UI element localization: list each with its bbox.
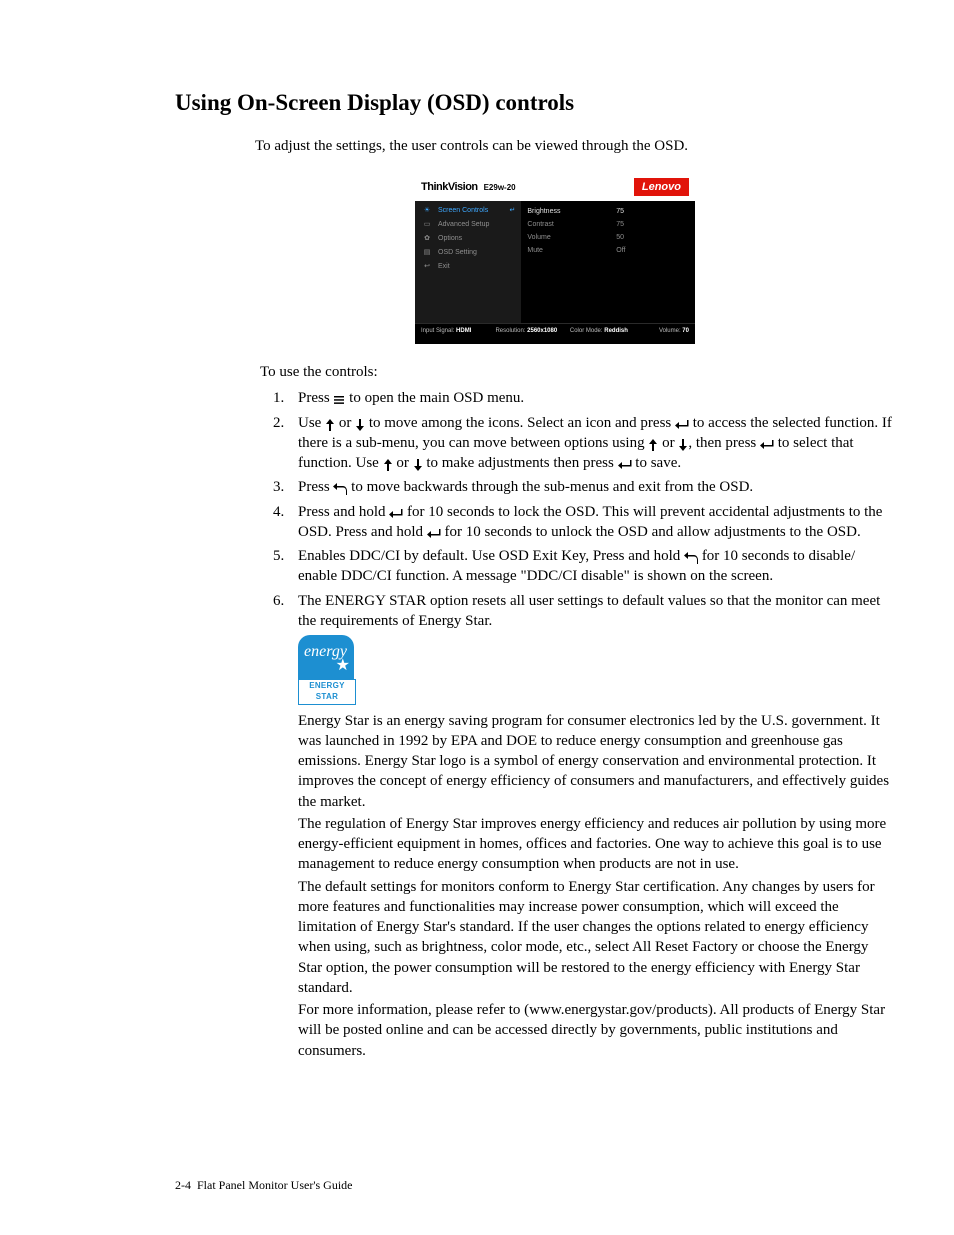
energystar-para-4: For more information, please refer to (w… — [298, 1000, 894, 1061]
enter-icon — [760, 437, 774, 452]
brightness-icon: ☀ — [421, 206, 433, 214]
step-1: Press to open the main OSD menu. — [288, 388, 894, 408]
enter-icon: ↵ — [510, 206, 516, 214]
section-title: Using On-Screen Display (OSD) controls — [175, 90, 894, 116]
osd-model: E29w-20 — [484, 183, 516, 192]
enter-icon — [427, 526, 441, 541]
osd-setting-row[interactable]: Contrast 75 — [521, 218, 695, 231]
osd-menu: ☀ Screen Controls ↵ ▭ Advanced Setup ✿ O… — [415, 201, 521, 323]
osd-menu-label: Options — [438, 235, 462, 242]
up-arrow-icon — [325, 417, 335, 432]
osd-menu-item-exit[interactable]: ↩ Exit — [415, 259, 521, 273]
down-arrow-icon — [678, 437, 688, 452]
gear-icon: ✿ — [421, 234, 433, 242]
status-color-mode: Color Mode: Reddish — [570, 328, 644, 340]
down-arrow-icon — [355, 417, 365, 432]
osd-menu-label: Advanced Setup — [438, 221, 489, 228]
osd-setting-value: Off — [616, 247, 689, 254]
status-resolution: Resolution: 2560x1080 — [495, 328, 569, 340]
enter-icon — [618, 457, 632, 472]
osd-setting-value: 50 — [616, 234, 689, 241]
back-icon: ↩ — [421, 262, 433, 270]
osd-header: ThinkVision E29w-20 Lenovo — [415, 173, 695, 201]
osd-settings: Brightness 75 Contrast 75 Volume 50 Mute… — [521, 201, 695, 323]
osd-setting-label: Mute — [527, 247, 616, 254]
osd-setting-row[interactable]: Mute Off — [521, 244, 695, 257]
down-arrow-icon — [413, 457, 423, 472]
enter-icon — [675, 417, 689, 432]
step-5: Enables DDC/CI by default. Use OSD Exit … — [288, 546, 894, 587]
page-footer: 2-4 Flat Panel Monitor User's Guide — [175, 1178, 352, 1193]
energystar-para-3: The default settings for monitors confor… — [298, 877, 894, 999]
osd-menu-item-options[interactable]: ✿ Options — [415, 231, 521, 245]
osd-menu-label: OSD Setting — [438, 249, 477, 256]
energy-star-logo: energy★ ENERGY STAR — [298, 635, 894, 705]
osd-brand: ThinkVision — [421, 181, 478, 193]
intro-text: To adjust the settings, the user control… — [255, 138, 894, 155]
osd-menu-label: Exit — [438, 263, 450, 270]
step-4: Press and hold for 10 seconds to lock th… — [288, 502, 894, 543]
step-2: Use or to move among the icons. Select a… — [288, 413, 894, 474]
energystar-para-1: Energy Star is an energy saving program … — [298, 711, 894, 812]
lenovo-logo: Lenovo — [634, 178, 689, 196]
osd-status-bar: Input Signal: HDMI Resolution: 2560x1080… — [415, 323, 695, 344]
status-input: Input Signal: HDMI — [421, 328, 495, 340]
osd-setting-label: Brightness — [527, 208, 616, 215]
sliders-icon: ▭ — [421, 220, 433, 228]
osd-menu-label: Screen Controls — [438, 207, 488, 214]
back-icon — [684, 550, 698, 565]
energystar-para-2: The regulation of Energy Star improves e… — [298, 814, 894, 875]
osd-menu-item-screen-controls[interactable]: ☀ Screen Controls ↵ — [415, 203, 521, 217]
lead-text: To use the controls: — [260, 362, 894, 382]
enter-icon — [389, 506, 403, 521]
up-arrow-icon — [383, 457, 393, 472]
osd-setting-row[interactable]: Volume 50 — [521, 231, 695, 244]
osd-setting-value: 75 — [616, 221, 689, 228]
osd-setting-row[interactable]: Brightness 75 — [521, 205, 695, 218]
list-icon: ▤ — [421, 248, 433, 256]
osd-setting-label: Volume — [527, 234, 616, 241]
osd-setting-label: Contrast — [527, 221, 616, 228]
menu-icon — [333, 392, 345, 407]
book-title: Flat Panel Monitor User's Guide — [197, 1178, 352, 1192]
steps-list: Press to open the main OSD menu. Use or … — [260, 388, 894, 1061]
status-volume: Volume: 70 — [644, 328, 689, 340]
page-number: 2-4 — [175, 1178, 191, 1192]
back-icon — [333, 481, 347, 496]
osd-menu-item-advanced-setup[interactable]: ▭ Advanced Setup — [415, 217, 521, 231]
step-3: Press to move backwards through the sub-… — [288, 477, 894, 497]
osd-setting-value: 75 — [616, 208, 689, 215]
osd-screenshot: ThinkVision E29w-20 Lenovo ☀ Screen Cont… — [415, 173, 695, 344]
osd-menu-item-osd-setting[interactable]: ▤ OSD Setting — [415, 245, 521, 259]
step-6: The ENERGY STAR option resets all user s… — [288, 591, 894, 1061]
up-arrow-icon — [648, 437, 658, 452]
